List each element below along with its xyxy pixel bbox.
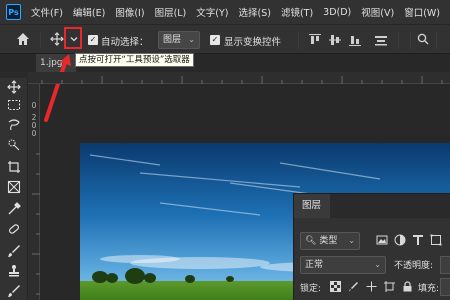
- eyedropper-tool-icon[interactable]: [7, 202, 21, 216]
- search-icon: 🔍︎: [305, 236, 317, 246]
- ruler-ticks-horizontal: [41, 76, 443, 84]
- move-tool-icon[interactable]: [50, 32, 64, 46]
- align-top-icon[interactable]: [308, 33, 322, 47]
- opacity-label: 不透明度:: [394, 261, 434, 271]
- lasso-tool-icon[interactable]: [7, 118, 21, 132]
- auto-select-target-value: 图层: [163, 35, 182, 45]
- menu-file[interactable]: 文件(F): [31, 5, 63, 19]
- menu-3d[interactable]: 3D(D): [323, 7, 351, 18]
- auto-select-target-dropdown[interactable]: 图层 ⌄: [158, 31, 200, 49]
- home-icon[interactable]: [16, 32, 30, 46]
- fill-input[interactable]: [440, 278, 450, 296]
- search-icon[interactable]: [417, 33, 429, 45]
- photoshop-logo-icon: Ps: [6, 4, 22, 20]
- lock-image-pixels-icon[interactable]: [348, 281, 359, 292]
- menu-type[interactable]: 文字(Y): [196, 5, 228, 19]
- divider: [410, 31, 411, 49]
- lock-position-icon[interactable]: [366, 281, 377, 292]
- frame-tool-icon[interactable]: [7, 180, 21, 194]
- menu-select[interactable]: 选择(S): [239, 5, 271, 19]
- annotation-highlight-box: [64, 27, 82, 49]
- quick-selection-tool-icon[interactable]: [7, 138, 21, 152]
- chevron-down-icon: ⌄: [188, 35, 195, 44]
- fill-label: 填充:: [418, 284, 440, 294]
- layers-panel: 图层 🔍︎ 类型 ⌄ 正常 ⌄ 不透明度: 锁定: 填充:: [293, 193, 450, 300]
- opacity-input[interactable]: [440, 256, 450, 274]
- lock-label: 锁定:: [300, 284, 322, 294]
- lock-all-icon[interactable]: [402, 281, 413, 292]
- divider: [298, 31, 299, 49]
- chevron-down-icon: ⌄: [348, 236, 355, 245]
- marquee-tool-icon[interactable]: [7, 98, 21, 112]
- align-bottom-icon[interactable]: [348, 33, 362, 47]
- auto-select-label: 自动选择：: [101, 37, 149, 48]
- layer-filter-kind-value: 类型: [319, 236, 338, 246]
- ruler-vertical: 0 2 0 0: [28, 84, 40, 300]
- move-tool-icon[interactable]: [7, 80, 21, 94]
- menu-edit[interactable]: 编辑(E): [73, 5, 105, 19]
- layer-filter-kind-dropdown[interactable]: 🔍︎ 类型 ⌄: [300, 232, 360, 250]
- toolbar-grip[interactable]: [0, 72, 28, 78]
- align-left-icon[interactable]: [374, 33, 388, 47]
- lock-artboard-icon[interactable]: [384, 281, 395, 292]
- show-transform-controls-label: 显示变换控件: [224, 37, 282, 48]
- menu-filter[interactable]: 滤镜(T): [281, 5, 313, 19]
- type-filter-icon[interactable]: [412, 234, 424, 246]
- history-brush-tool-icon[interactable]: [7, 284, 21, 298]
- blend-mode-dropdown[interactable]: 正常 ⌄: [300, 256, 386, 274]
- healing-brush-tool-icon[interactable]: [7, 222, 21, 236]
- tab-layers[interactable]: 图层: [294, 194, 330, 218]
- lock-transparent-pixels-icon[interactable]: [330, 281, 341, 292]
- blend-mode-value: 正常: [305, 260, 324, 270]
- shape-filter-icon[interactable]: [430, 234, 442, 246]
- align-vertical-center-icon[interactable]: [328, 33, 342, 47]
- ruler-ticks-vertical: [32, 153, 40, 295]
- menu-window[interactable]: 窗口(W): [404, 5, 440, 19]
- clone-stamp-tool-icon[interactable]: [7, 264, 21, 278]
- tools-panel: [0, 72, 28, 300]
- divider: [40, 31, 41, 49]
- menu-image[interactable]: 图像(I): [115, 5, 144, 19]
- menu-view[interactable]: 视图(V): [361, 5, 394, 19]
- chevron-down-icon: ⌄: [374, 260, 381, 269]
- menu-layer[interactable]: 图层(L): [155, 5, 187, 19]
- annotation-arrow-icon: [44, 54, 71, 122]
- adjustment-filter-icon[interactable]: [394, 234, 406, 246]
- brush-tool-icon[interactable]: [7, 244, 21, 258]
- tooltip: 点按可打开“工具预设”选取器: [75, 53, 194, 67]
- show-transform-controls-checkbox[interactable]: ✓: [210, 35, 220, 45]
- crop-tool-icon[interactable]: [7, 160, 21, 174]
- menu-bar: Ps 文件(F) 编辑(E) 图像(I) 图层(L) 文字(Y) 选择(S) 滤…: [0, 0, 450, 24]
- divider: [436, 31, 437, 49]
- image-filter-icon[interactable]: [376, 234, 388, 246]
- ruler-horizontal: [28, 72, 450, 84]
- divider: [398, 31, 399, 49]
- auto-select-checkbox[interactable]: ✓: [88, 35, 98, 45]
